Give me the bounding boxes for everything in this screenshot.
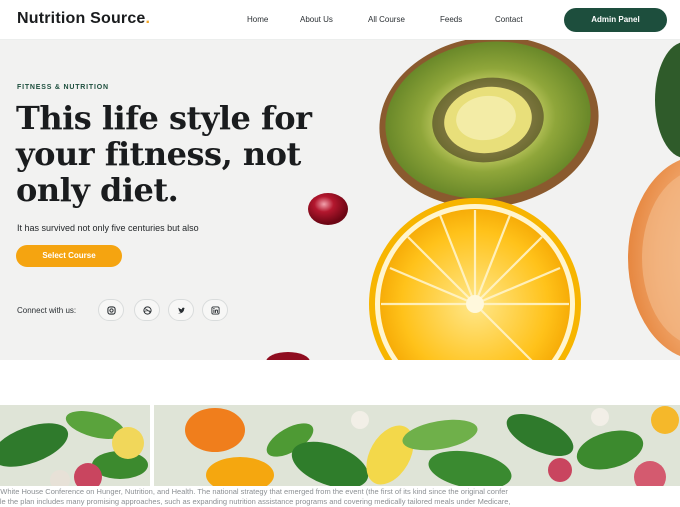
instagram-icon [106, 305, 116, 315]
site-logo[interactable]: Nutrition Source. [17, 10, 150, 28]
hero-section: FITNESS & NUTRITION This life style for … [0, 40, 680, 360]
hero-eyebrow: FITNESS & NUTRITION [17, 84, 109, 91]
logo-text: Nutrition Source [17, 10, 146, 27]
logo-dot: . [145, 10, 151, 27]
salad-image [0, 405, 680, 486]
caption-line-1: e White House Conference on Hunger, Nutr… [0, 487, 508, 496]
caption-line-2: hile the plan includes many promising ap… [0, 497, 511, 506]
twitter-icon [177, 307, 185, 313]
nav-all-course[interactable]: All Course [368, 15, 405, 24]
hero-headline: This life style for your fitness, not on… [16, 99, 312, 209]
article-caption: e White House Conference on Hunger, Nutr… [0, 487, 680, 507]
nav-contact[interactable]: Contact [495, 15, 523, 24]
twitter-button[interactable] [168, 299, 194, 321]
nav-about-us[interactable]: About Us [300, 15, 333, 24]
connect-label: Connect with us: [17, 306, 77, 315]
select-course-button[interactable]: Select Course [16, 245, 122, 267]
nav-home[interactable]: Home [247, 15, 268, 24]
dribbble-button[interactable] [134, 299, 160, 321]
linkedin-icon [210, 305, 220, 315]
hero-subtext: It has survived not only five centuries … [17, 223, 199, 233]
dribbble-icon [142, 305, 152, 315]
nav-feeds[interactable]: Feeds [440, 15, 462, 24]
instagram-button[interactable] [98, 299, 124, 321]
site-header: Nutrition Source. Home About Us All Cour… [0, 0, 680, 40]
admin-panel-button[interactable]: Admin Panel [564, 8, 667, 32]
linkedin-button[interactable] [202, 299, 228, 321]
